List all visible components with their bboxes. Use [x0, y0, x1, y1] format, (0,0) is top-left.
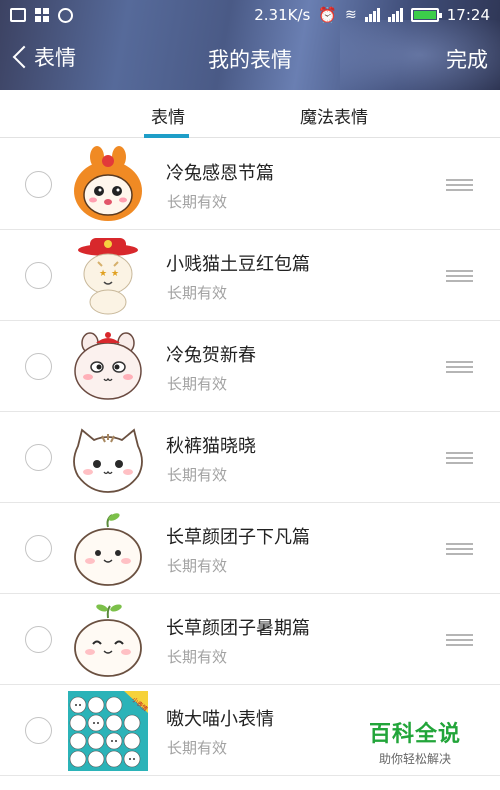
signal-icon: [364, 8, 380, 22]
header: 2.31K/s ⏰ ≋ 17:24 表情 我的表情 完成: [0, 0, 500, 90]
dumpling-summer-sticker: [74, 604, 142, 677]
svg-text:★: ★: [111, 269, 119, 279]
rabbit-new-year-sticker: [74, 332, 142, 400]
item-status: 长期有效: [167, 375, 228, 393]
ao-da-miao-sticker-grid: 小表情: [68, 691, 148, 771]
cat-red-packet-sticker: ★ ★: [78, 238, 138, 315]
active-tab-indicator: [144, 134, 189, 138]
drag-handle-icon[interactable]: [446, 179, 473, 191]
emoji-pack-list: 冷兔感恩节篇 长期有效 ★ ★ 小贱猫土豆红包篇 长期有效 冷兔贺新春 长期有效…: [0, 139, 500, 776]
tab-bar: 表情 魔法表情: [0, 90, 500, 138]
watermark-title: 百科全说: [368, 722, 461, 747]
list-item[interactable]: ★ ★ 小贱猫土豆红包篇 长期有效: [0, 230, 500, 321]
watermark: 百科全说 助你轻松解决: [360, 716, 470, 767]
item-status: 长期有效: [167, 466, 228, 484]
drag-handle-icon[interactable]: [446, 361, 473, 373]
tab-magic-emoji[interactable]: 魔法表情: [300, 103, 368, 128]
battery-icon: [410, 8, 442, 22]
item-status: 长期有效: [167, 284, 228, 302]
done-button[interactable]: 完成: [446, 44, 488, 74]
select-radio[interactable]: [25, 171, 52, 198]
list-item[interactable]: 冷兔贺新春 长期有效: [0, 321, 500, 412]
list-item[interactable]: 长草颜团子暑期篇 长期有效: [0, 594, 500, 685]
cat-xiaoxiao-sticker: [73, 428, 143, 493]
image-notification-icon: [10, 8, 26, 22]
item-name: 嗷大喵小表情: [166, 709, 274, 730]
select-radio[interactable]: [25, 535, 52, 562]
item-name: 小贱猫土豆红包篇: [166, 254, 310, 275]
drag-handle-icon[interactable]: [446, 270, 473, 282]
page-title: 我的表情: [208, 48, 292, 72]
item-name: 冷兔感恩节篇: [166, 163, 274, 184]
alarm-icon: ⏰: [318, 6, 338, 24]
select-radio[interactable]: [25, 353, 52, 380]
nav-bar: 表情 我的表情 完成: [0, 30, 500, 90]
drag-handle-icon[interactable]: [446, 452, 473, 464]
item-status: 长期有效: [167, 648, 228, 666]
item-name: 秋裤猫晓晓: [166, 436, 256, 457]
wifi-icon: ≋: [345, 7, 357, 23]
item-name: 冷兔贺新春: [166, 345, 256, 366]
dumpling-sprout-sticker: [74, 513, 142, 586]
watermark-subtitle: 助你轻松解决: [378, 752, 451, 766]
svg-text:★: ★: [99, 269, 107, 279]
rabbit-thanksgiving-sticker: [74, 146, 142, 221]
item-name: 长草颜团子暑期篇: [166, 618, 310, 639]
status-bar: 2.31K/s ⏰ ≋ 17:24: [0, 0, 500, 30]
item-status: 长期有效: [167, 739, 228, 757]
list-item[interactable]: 冷兔感恩节篇 长期有效: [0, 139, 500, 230]
network-speed: 2.31K/s: [254, 6, 311, 24]
item-status: 长期有效: [167, 557, 228, 575]
tab-emoji[interactable]: 表情: [151, 103, 185, 128]
app-grid-icon: [35, 8, 49, 22]
clock: 17:24: [446, 6, 490, 24]
item-name: 长草颜团子下凡篇: [166, 527, 310, 548]
select-radio[interactable]: [25, 262, 52, 289]
list-item[interactable]: 长草颜团子下凡篇 长期有效: [0, 503, 500, 594]
list-item[interactable]: 秋裤猫晓晓 长期有效: [0, 412, 500, 503]
drag-handle-icon[interactable]: [446, 634, 473, 646]
drag-handle-icon[interactable]: [446, 543, 473, 555]
item-status: 长期有效: [167, 193, 228, 211]
speed-gauge-icon: [58, 7, 73, 23]
select-radio[interactable]: [25, 444, 52, 471]
select-radio[interactable]: [25, 717, 52, 744]
signal-icon-2: [387, 8, 403, 22]
select-radio[interactable]: [25, 626, 52, 653]
